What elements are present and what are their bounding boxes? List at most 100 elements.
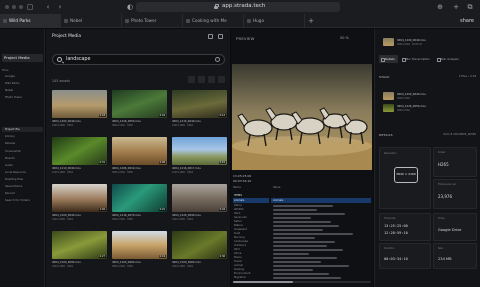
back-icon[interactable]: ‹ — [44, 3, 52, 11]
media-tile[interactable]: 0:44 4004_1226_0090.mov 1920×1080 · H264 — [172, 184, 227, 228]
value-bar — [273, 269, 313, 271]
tab-overview-icon[interactable]: ⧉ — [466, 3, 474, 11]
media-tile[interactable]: 0:22 4004_1216_0070.mov 3840×2160 · H265 — [112, 184, 167, 228]
video-frame — [232, 64, 372, 170]
sort-icon[interactable] — [208, 76, 215, 83]
window-controls[interactable] — [5, 5, 23, 9]
shield-icon[interactable]: ◐ — [126, 3, 134, 11]
tab-wild-parks[interactable]: Wild Parks — [0, 14, 61, 28]
tab-photo-tower[interactable]: Photo Tower — [122, 14, 183, 28]
run-transcription-button[interactable]: Run Transcription — [400, 55, 433, 63]
settings-icon[interactable] — [218, 76, 225, 83]
file-name: 4004_1216_0017.mov — [172, 167, 201, 170]
share-button[interactable]: share — [460, 14, 480, 28]
thumbnail: 0:18 — [52, 90, 107, 118]
plus-icon[interactable]: + — [305, 14, 317, 28]
url-text: app.strada.tech — [222, 3, 266, 9]
file-name: 4004_1210_0040.mov — [52, 167, 81, 170]
stack-file[interactable]: 4004_1226_0050.mov 3840×2160 — [383, 103, 479, 117]
value-bar — [273, 257, 337, 259]
thumbnail: 0:19 — [112, 231, 167, 259]
timecode-card: Timecode 13:25:25:00 12:28:59:10 — [379, 213, 431, 241]
search-input[interactable]: landscape — [52, 54, 225, 65]
duration-card: Duration 00:03:34:10 — [379, 243, 431, 269]
fps-card: Frames per sec 23,976 — [433, 179, 477, 209]
sidebar-item[interactable]: Google — [2, 74, 43, 79]
items-list: ITEMS Animals Zebra Wildlife Herd Savann… — [233, 193, 269, 287]
resolution-card: Resolution 3840 × 2160 — [379, 147, 431, 209]
sidebar-toggle-icon[interactable]: ▢ — [26, 3, 34, 11]
tab-label: Cooking with Me — [192, 18, 227, 23]
duration: 0:44 — [218, 208, 226, 211]
sidebar-item[interactable]: Project file — [2, 127, 43, 132]
sidebar-item[interactable]: Library — [2, 134, 43, 139]
tab-items[interactable]: Items — [233, 185, 241, 190]
video-player[interactable] — [232, 64, 372, 170]
file-meta: 3840×2160 · H265 — [112, 124, 133, 127]
media-tile[interactable]: 0:19 4004_1200_0060.mov 3840×2160 · H265 — [112, 231, 167, 275]
sidebar-item[interactable]: Audio — [2, 163, 43, 168]
zoom-select[interactable]: 50 % — [340, 36, 349, 40]
sidebar-group-label: Files — [2, 68, 9, 72]
sidebar-item[interactable]: Screenshot — [2, 149, 43, 154]
media-tile[interactable]: 0:27 4004_1200_0090.mov 1920×1080 · H264 — [52, 231, 107, 275]
list-item[interactable]: Migration — [233, 275, 269, 280]
more-icon[interactable] — [218, 34, 223, 39]
run-analysis-button[interactable]: Run Analysis — [435, 55, 462, 63]
sidebar-item[interactable]: Search for folders — [2, 198, 43, 203]
sidebar-item[interactable]: Local Resource — [2, 170, 43, 175]
stack-label: STACK — [379, 75, 390, 79]
details-panel: 0004_1200_0040.mov 3840×2160 · 00:03:34 … — [374, 29, 480, 287]
tab-details[interactable]: Details — [379, 55, 398, 63]
clear-search-icon[interactable] — [215, 57, 220, 62]
file-name: 0004_1200_0040.mov — [397, 39, 426, 42]
tab-cooking[interactable]: Cooking with Me — [183, 14, 244, 28]
sidebar-item[interactable]: Boards — [2, 156, 43, 161]
sidebar-item[interactable]: Saved Items — [2, 184, 43, 189]
new-tab-icon[interactable]: + — [452, 3, 460, 11]
file-meta: 1920×1080 · H264 — [52, 124, 73, 127]
sidebar: Project Media Files Google Wild Parks Ne… — [0, 29, 45, 287]
value-column: Animals — [271, 193, 371, 287]
file-meta: 1920×1080 · H264 — [52, 171, 73, 174]
codec-card: Codec H265 — [433, 147, 477, 177]
list-view-icon[interactable] — [198, 76, 205, 83]
tab-value[interactable]: Value — [273, 185, 281, 190]
scrubber[interactable] — [233, 281, 371, 283]
grid-view-icon[interactable] — [188, 76, 195, 83]
media-tile[interactable]: 0:18 4004_1200_0040.mov 1920×1080 · H264 — [52, 90, 107, 134]
media-tile[interactable]: 0:12 4004_1216_0040.mov 1920×1080 · H264 — [172, 90, 227, 134]
media-tile[interactable]: 0:15 4004_1216_0017.mov 1920×1080 · H264 — [172, 137, 227, 181]
sidebar-item[interactable]: Desktop files — [2, 177, 43, 182]
sidebar-header[interactable]: Project Media — [2, 54, 43, 62]
file-name: 0004_1200_0040.mov — [397, 93, 426, 96]
resolution-label: Resolution — [384, 152, 397, 155]
media-tile[interactable]: 0:36 4004_1200_0060.mov 1920×1080 · H264 — [172, 231, 227, 275]
file-meta: 1920×1080 · H264 — [172, 124, 193, 127]
media-tile[interactable]: 0:24 4004_1226_0050.mov 3840×2160 · H265 — [112, 90, 167, 134]
media-tile[interactable]: 0:09 4004_1206_0010.mov 3840×2160 · H265 — [112, 137, 167, 181]
tab-nebel[interactable]: Nebel — [61, 14, 122, 28]
sidebar-item[interactable]: Wild Parks — [2, 81, 43, 86]
tab-hugo[interactable]: Hugo — [244, 14, 305, 28]
current-file[interactable]: 0004_1200_0040.mov 3840×2160 · 00:03:34 — [383, 37, 479, 51]
file-name: 4004_1216_0070.mov — [112, 214, 141, 217]
sidebar-item[interactable]: Recent — [2, 191, 43, 196]
filter-icon[interactable] — [208, 34, 213, 39]
sidebar-item[interactable]: Nebel — [2, 88, 43, 93]
codec-label: Codec — [438, 151, 446, 154]
media-tile[interactable]: 1:02 4004_1200_0040.mov 1920×1080 · H264 — [52, 184, 107, 228]
sidebar-item[interactable]: Photo Tower — [2, 95, 43, 100]
value-bar — [273, 217, 311, 219]
download-icon[interactable]: ⊕ — [436, 3, 444, 11]
address-bar[interactable]: app.strada.tech — [136, 2, 340, 12]
value-row-selected[interactable]: Animals — [271, 198, 371, 203]
forward-icon[interactable]: › — [56, 3, 64, 11]
sidebar-item[interactable]: Review — [2, 141, 43, 146]
value-bar — [273, 213, 345, 215]
duration: 0:22 — [158, 208, 166, 211]
duration: 0:18 — [98, 114, 106, 117]
thumbnail: 0:27 — [52, 231, 107, 259]
media-tile[interactable]: 0:31 4004_1210_0040.mov 1920×1080 · H264 — [52, 137, 107, 181]
action-tabs: Details Run Transcription Run Analysis — [379, 55, 479, 63]
